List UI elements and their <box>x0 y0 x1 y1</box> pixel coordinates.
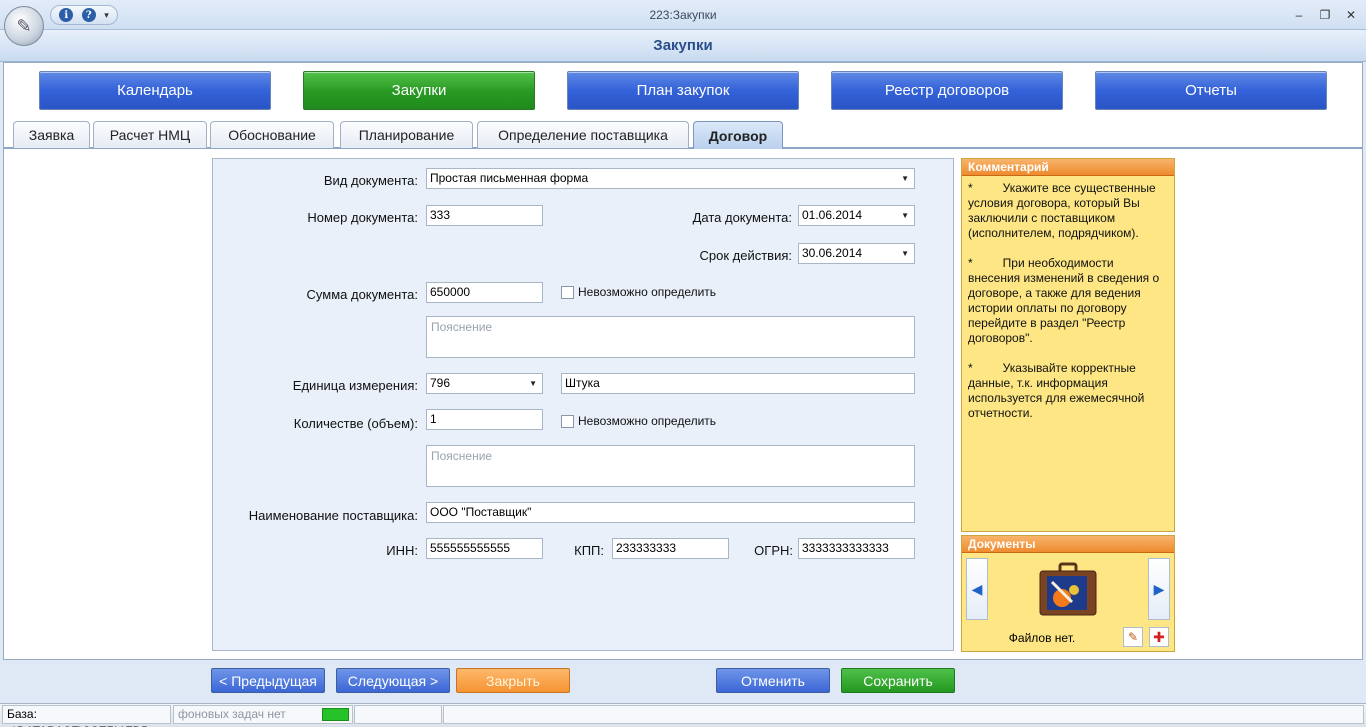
close-window-button[interactable]: ✕ <box>1338 5 1364 25</box>
chevron-down-icon: ▼ <box>901 211 909 220</box>
nav-purchases-button[interactable]: Закупки <box>303 71 535 110</box>
supplier-label: Наименование поставщика: <box>248 508 418 523</box>
status-panel-3 <box>354 705 442 724</box>
qty-input[interactable]: 1 <box>426 409 543 430</box>
checkbox-box[interactable] <box>561 285 574 299</box>
supplier-name-input[interactable]: ООО "Поставщик" <box>426 502 915 523</box>
nav-plan-button[interactable]: План закупок <box>567 71 799 110</box>
doc-number-label: Номер документа: <box>307 210 418 225</box>
briefcase-icon <box>1038 562 1098 618</box>
doc-date-picker[interactable]: 01.06.2014 ▼ <box>798 205 915 226</box>
ogrn-label: ОГРН: <box>754 543 793 558</box>
kpp-label: КПП: <box>574 543 604 558</box>
docs-next-button[interactable]: ▶ <box>1148 558 1170 620</box>
validity-date-picker[interactable]: 30.06.2014 ▼ <box>798 243 915 264</box>
chevron-down-icon: ▼ <box>901 249 909 258</box>
documents-panel: Документы ◀ ▶ Файлов нет. ✎ ✚ <box>961 535 1175 652</box>
documents-panel-title: Документы <box>962 536 1174 553</box>
qty-note-textarea[interactable]: Пояснение <box>426 445 915 487</box>
quick-access-toolbar: i ? ▾ <box>50 5 118 25</box>
info-icon[interactable]: i <box>59 8 74 22</box>
validity-value: 30.06.2014 <box>802 246 863 260</box>
nav-calendar-button[interactable]: Календарь <box>39 71 271 110</box>
doc-type-value: Простая письменная форма <box>430 171 589 185</box>
minimize-button[interactable]: – <box>1286 5 1312 25</box>
contract-form-panel <box>212 158 954 651</box>
status-tasks: фоновых задач нет <box>173 705 353 724</box>
doc-type-label: Вид документа: <box>323 173 418 188</box>
qty-label: Количестве (объем): <box>293 416 418 431</box>
inn-label: ИНН: <box>386 543 418 558</box>
sum-label: Сумма документа: <box>306 287 418 302</box>
checkbox-box[interactable] <box>561 414 574 428</box>
comment-text: * Укажите все существенные условия догов… <box>968 181 1160 420</box>
comment-panel-title: Комментарий <box>962 159 1174 176</box>
qat-dropdown-icon[interactable]: ▾ <box>104 10 109 21</box>
ogrn-input[interactable]: 3333333333333 <box>798 538 915 559</box>
status-tasks-text: фоновых задач нет <box>178 707 286 721</box>
chevron-down-icon: ▼ <box>901 174 909 183</box>
window-title: 223:Закупки <box>649 8 717 22</box>
unit-code-select[interactable]: 796 ▼ <box>426 373 543 394</box>
status-panel-4 <box>443 705 1364 724</box>
sum-undetermined-label: Невозможно определить <box>578 285 717 299</box>
kpp-input[interactable]: 233333333 <box>612 538 729 559</box>
app-menu-orb-icon[interactable]: ✎ <box>4 6 44 46</box>
unit-code-value: 796 <box>430 376 451 390</box>
qty-undetermined-checkbox[interactable]: Невозможно определить <box>561 414 716 428</box>
save-button[interactable]: Сохранить <box>841 668 955 693</box>
qty-undetermined-label: Невозможно определить <box>578 414 717 428</box>
inn-input[interactable]: 555555555555 <box>426 538 543 559</box>
sum-input[interactable]: 650000 <box>426 282 543 303</box>
sum-undetermined-checkbox[interactable]: Невозможно определить <box>561 285 716 299</box>
restore-button[interactable]: ❐ <box>1312 5 1338 25</box>
previous-button[interactable]: < Предыдущая <box>211 668 325 693</box>
doc-date-label: Дата документа: <box>692 210 792 225</box>
unit-name-field[interactable]: Штука <box>561 373 915 394</box>
doc-type-select[interactable]: Простая письменная форма ▼ <box>426 168 915 189</box>
status-database: База: ..\DATABASE\SSERV.FDB <box>2 705 171 727</box>
comment-panel: Комментарий * Укажите все существенные у… <box>961 158 1175 532</box>
chevron-down-icon: ▼ <box>529 379 537 388</box>
tab-supplier[interactable]: Определение поставщика <box>477 121 689 148</box>
page-title: Закупки <box>0 30 1366 62</box>
tab-application[interactable]: Заявка <box>13 121 90 148</box>
help-icon[interactable]: ? <box>81 8 96 22</box>
task-indicator <box>322 708 349 721</box>
unit-label: Единица измерения: <box>292 378 418 393</box>
docs-prev-button[interactable]: ◀ <box>966 558 988 620</box>
tab-justification[interactable]: Обоснование <box>210 121 334 148</box>
doc-number-input[interactable]: 333 <box>426 205 543 226</box>
doc-date-value: 01.06.2014 <box>802 208 863 222</box>
cancel-button[interactable]: Отменить <box>716 668 830 693</box>
tab-nmc-calc[interactable]: Расчет НМЦ <box>93 121 207 148</box>
tab-planning[interactable]: Планирование <box>340 121 473 148</box>
validity-label: Срок действия: <box>699 248 793 263</box>
edit-document-icon[interactable]: ✎ <box>1123 627 1143 647</box>
close-button[interactable]: Закрыть <box>456 668 570 693</box>
nav-reports-button[interactable]: Отчеты <box>1095 71 1327 110</box>
documents-empty-text: Файлов нет. <box>1008 631 1076 645</box>
nav-registry-button[interactable]: Реестр договоров <box>831 71 1063 110</box>
next-button[interactable]: Следующая > <box>336 668 450 693</box>
add-document-icon[interactable]: ✚ <box>1149 627 1169 647</box>
tab-contract[interactable]: Договор <box>693 121 783 149</box>
sum-note-textarea[interactable]: Пояснение <box>426 316 915 358</box>
